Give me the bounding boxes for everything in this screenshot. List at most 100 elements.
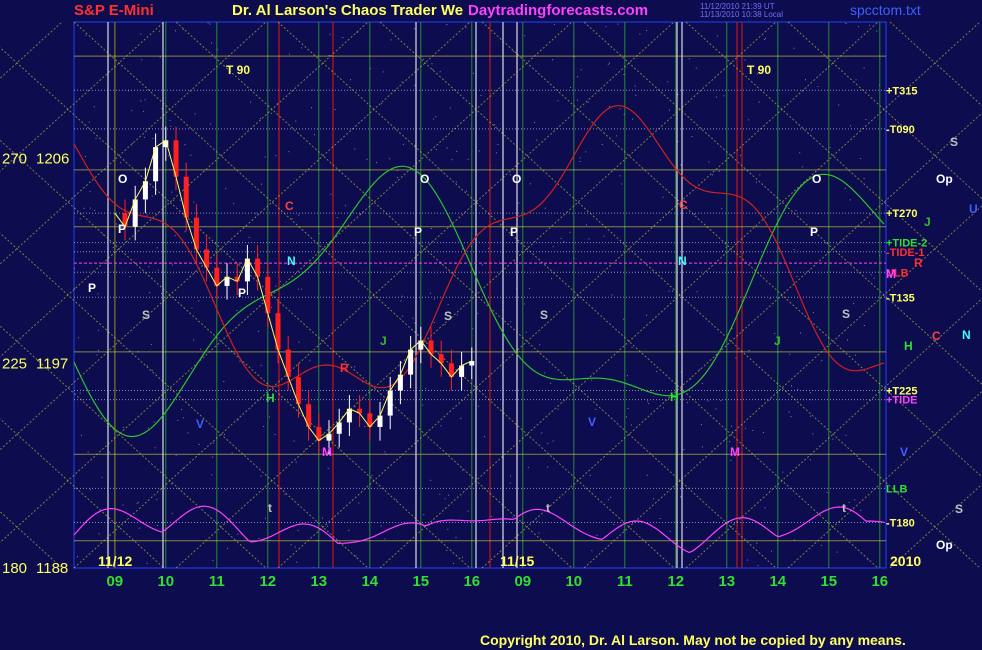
texture-dot: [348, 529, 350, 531]
texture-dot: [146, 365, 148, 367]
texture-dot: [261, 300, 263, 302]
level-label: +T315: [886, 85, 918, 97]
texture-dot: [88, 121, 90, 123]
texture-dot: [260, 117, 261, 119]
texture-dot: [255, 213, 257, 215]
texture-dot: [627, 408, 629, 410]
planet-label: t: [546, 501, 550, 515]
texture-dot: [863, 67, 865, 69]
texture-dot: [462, 556, 463, 558]
texture-dot: [656, 371, 658, 372]
level-label: -T135: [886, 292, 915, 304]
texture-dot: [607, 499, 609, 501]
texture-dot: [173, 199, 175, 201]
texture-dot: [631, 346, 633, 348]
texture-dot: [569, 231, 571, 233]
texture-dot: [858, 26, 860, 28]
texture-dot: [460, 417, 462, 419]
texture-dot: [314, 134, 315, 136]
texture-dot: [89, 191, 91, 193]
texture-dot: [446, 550, 448, 551]
texture-dot: [423, 58, 425, 60]
texture-dot: [789, 353, 791, 355]
texture-dot: [529, 288, 530, 289]
x-axis-tick: 12: [259, 573, 276, 590]
texture-dot: [683, 449, 685, 451]
texture-dot: [223, 381, 225, 382]
texture-dot: [541, 432, 543, 434]
texture-dot: [327, 525, 328, 527]
texture-dot: [639, 33, 641, 35]
texture-dot: [647, 400, 649, 402]
texture-dot: [668, 290, 670, 292]
planet-label: M: [886, 267, 896, 281]
texture-dot: [433, 322, 435, 323]
texture-dot: [384, 538, 386, 540]
texture-dot: [550, 382, 552, 384]
forecast-label: T 90: [747, 63, 771, 77]
texture-dot: [146, 214, 148, 216]
texture-dot: [467, 510, 469, 512]
texture-dot: [152, 137, 154, 139]
texture-dot: [446, 147, 448, 149]
texture-dot: [77, 556, 78, 558]
texture-dot: [694, 213, 695, 215]
planet-label: O: [512, 172, 521, 186]
texture-dot: [472, 328, 474, 330]
texture-dot: [478, 150, 480, 152]
texture-dot: [544, 207, 546, 209]
texture-dot: [769, 297, 771, 299]
x-axis-tick: 10: [565, 573, 582, 590]
planet-label: J: [924, 215, 931, 229]
texture-dot: [109, 451, 111, 453]
texture-dot: [560, 237, 562, 239]
texture-dot: [182, 29, 184, 30]
x-axis-tick: 14: [769, 573, 786, 590]
texture-dot: [557, 100, 559, 102]
texture-dot: [626, 416, 627, 418]
texture-dot: [811, 129, 813, 131]
texture-dot: [225, 188, 227, 189]
texture-dot: [260, 475, 262, 477]
texture-dot: [579, 161, 581, 162]
texture-dot: [616, 135, 618, 137]
texture-dot: [412, 317, 414, 319]
website-link[interactable]: Daytradingforecasts.com: [468, 2, 648, 19]
texture-dot: [122, 504, 124, 506]
texture-dot: [422, 404, 424, 406]
texture-dot: [193, 339, 195, 341]
texture-dot: [680, 164, 682, 166]
texture-dot: [288, 53, 290, 55]
texture-dot: [396, 499, 397, 501]
texture-dot: [577, 76, 579, 78]
texture-dot: [591, 550, 593, 552]
texture-dot: [433, 298, 435, 300]
texture-dot: [131, 110, 133, 112]
texture-dot: [250, 101, 251, 103]
texture-dot: [366, 158, 368, 160]
texture-dot: [536, 520, 538, 522]
texture-dot: [456, 314, 458, 316]
texture-dot: [153, 421, 155, 423]
texture-dot: [756, 542, 758, 544]
texture-dot: [144, 99, 146, 101]
texture-dot: [79, 392, 81, 394]
texture-dot: [605, 26, 607, 28]
texture-dot: [271, 112, 272, 114]
texture-dot: [140, 100, 142, 102]
texture-dot: [274, 434, 276, 435]
texture-dot: [847, 339, 848, 341]
texture-dot: [382, 71, 384, 73]
texture-dot: [334, 109, 336, 110]
texture-dot: [140, 33, 142, 35]
texture-dot: [298, 341, 300, 343]
texture-dot: [759, 174, 761, 176]
texture-dot: [855, 79, 857, 81]
texture-dot: [446, 24, 448, 25]
texture-dot: [275, 285, 277, 287]
level-label: +TIDE: [886, 395, 917, 407]
texture-dot: [212, 442, 214, 444]
texture-dot: [729, 441, 731, 443]
texture-dot: [90, 488, 91, 490]
texture-dot: [796, 276, 798, 277]
